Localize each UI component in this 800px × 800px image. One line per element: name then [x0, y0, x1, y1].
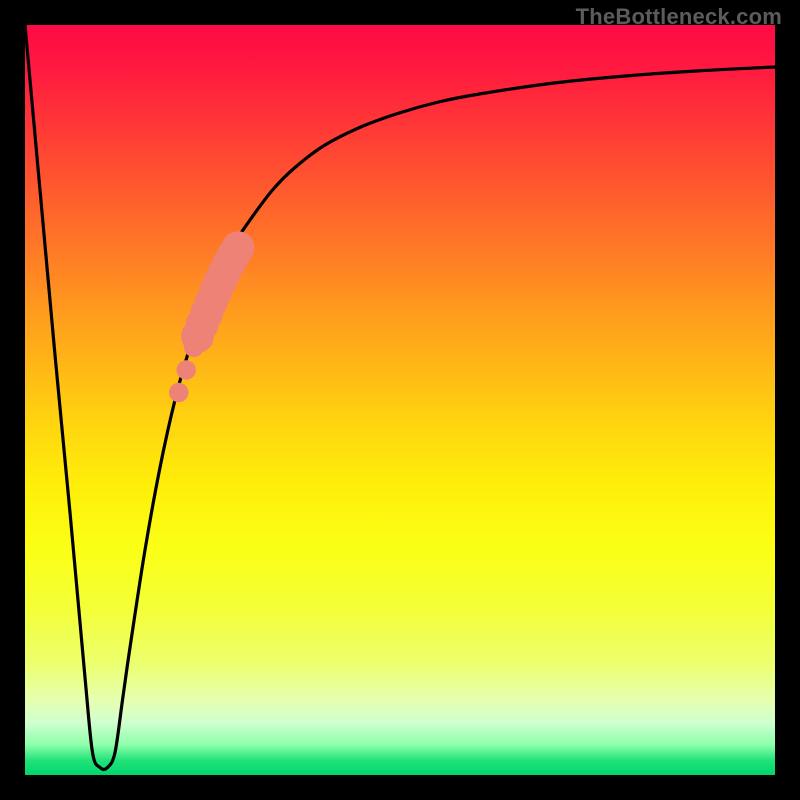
highlight-dot — [169, 383, 189, 403]
chart-frame: TheBottleneck.com — [0, 0, 800, 800]
highlight-dot — [222, 231, 255, 264]
plot-area — [25, 25, 775, 775]
bottleneck-curve — [25, 25, 775, 769]
highlight-dots — [169, 231, 255, 402]
chart-svg — [25, 25, 775, 775]
highlight-dot — [177, 360, 197, 380]
